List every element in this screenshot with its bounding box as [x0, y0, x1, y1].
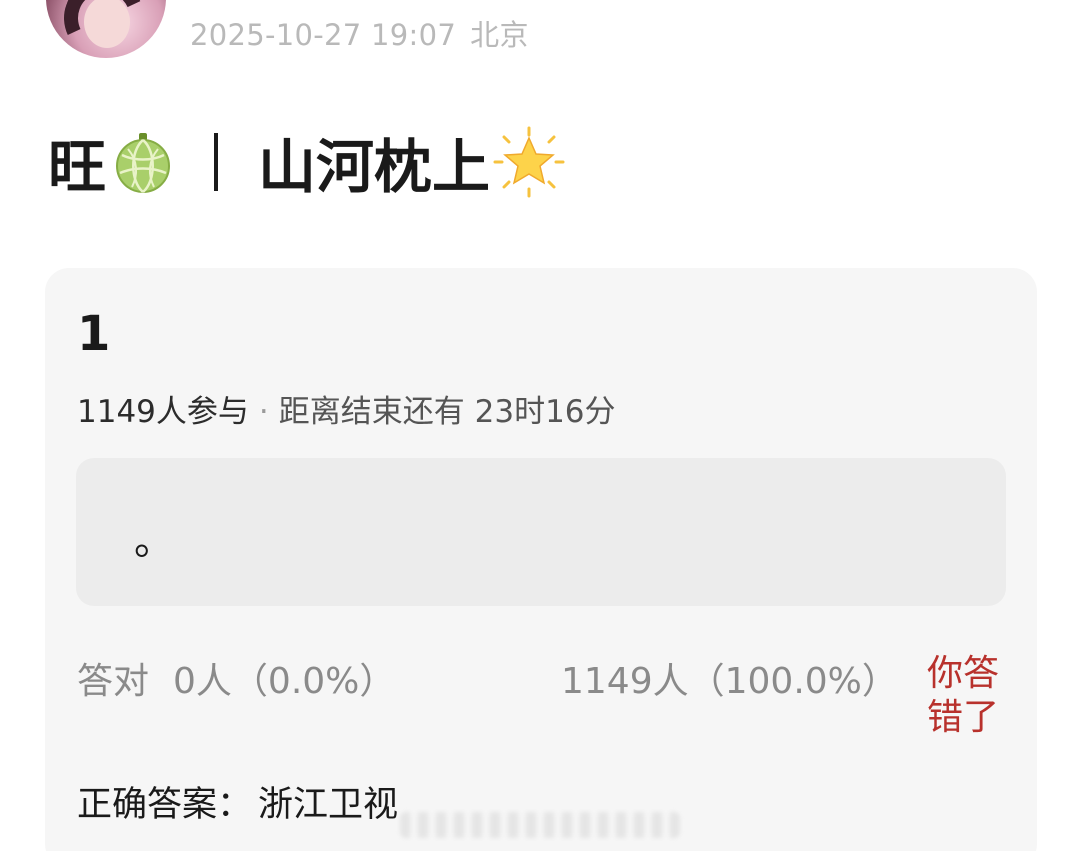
- correct-label: 答对: [77, 661, 150, 702]
- wrong-count: 1149人（100.0%）: [561, 661, 898, 702]
- glowing-star-icon: [492, 125, 566, 199]
- user-result-badge: 你答错了: [927, 653, 1000, 738]
- post-meta: 2025-10-27 19:07 北京: [190, 12, 529, 54]
- quiz-countdown: 距离结束还有 23时16分: [278, 394, 616, 430]
- correct-answer: 正确答案： 浙江卫视: [77, 776, 398, 827]
- stats-separator: ·: [258, 394, 269, 430]
- participant-count: 1149人参与: [77, 394, 249, 430]
- title-left-text: 旺: [48, 133, 107, 201]
- post-page: 2025-10-27 19:07 北京 旺 山河枕上 1 1149人参与 · 距…: [0, 0, 1080, 851]
- title-divider: [214, 133, 219, 191]
- answer-label: 正确答案：: [77, 785, 253, 825]
- quiz-card[interactable]: 1 1149人参与 · 距离结束还有 23时16分 。 答对 0人（0.0%） 114…: [45, 268, 1037, 851]
- option-text: 。: [134, 518, 174, 564]
- blurred-watermark: [400, 812, 680, 838]
- melon-icon: [112, 131, 174, 193]
- quiz-option[interactable]: 。: [76, 458, 1006, 606]
- correct-result: 答对 0人（0.0%）: [77, 652, 395, 704]
- question-number: 1: [77, 306, 111, 362]
- avatar-hair: [52, 0, 156, 58]
- post-location: 北京: [470, 18, 529, 52]
- answer-value: 浙江卫视: [258, 785, 399, 825]
- correct-count: 0人（0.0%）: [173, 661, 396, 702]
- user-avatar[interactable]: [46, 0, 166, 58]
- quiz-stats: 1149人参与 · 距离结束还有 23时16分: [77, 386, 616, 431]
- post-title: 旺 山河枕上: [48, 125, 566, 201]
- post-timestamp: 2025-10-27 19:07: [190, 18, 457, 52]
- title-right-text: 山河枕上: [258, 133, 491, 201]
